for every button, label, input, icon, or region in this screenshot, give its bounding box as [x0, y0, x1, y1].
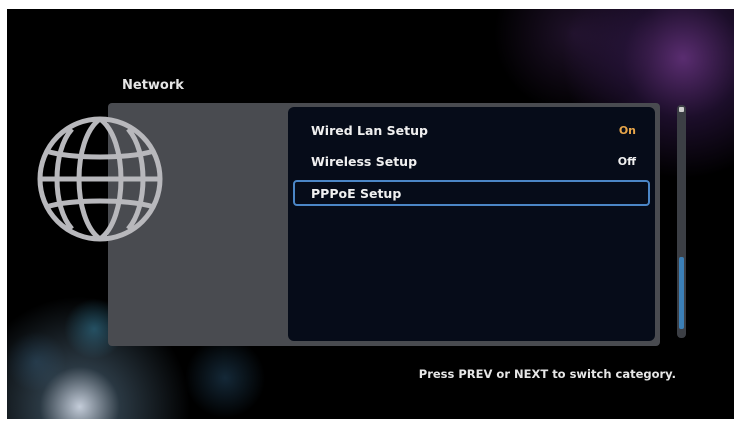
tv-screen: Network Wired Lan Setup On Wireless Setu… — [7, 9, 734, 419]
settings-menu: Wired Lan Setup On Wireless Setup Off PP… — [288, 107, 655, 341]
scroll-up-indicator — [679, 107, 684, 112]
scrollbar-thumb[interactable] — [679, 257, 684, 329]
menu-item-pppoe[interactable]: PPPoE Setup — [293, 180, 650, 206]
menu-item-value: On — [618, 123, 636, 137]
menu-item-wired-lan[interactable]: Wired Lan Setup On — [293, 117, 650, 143]
globe-icon — [32, 111, 168, 247]
navigation-hint: Press PREV or NEXT to switch category. — [418, 367, 676, 381]
menu-item-label: Wireless Setup — [311, 153, 418, 169]
menu-item-wireless[interactable]: Wireless Setup Off — [293, 148, 650, 174]
scrollbar[interactable] — [677, 105, 686, 338]
page-title: Network — [122, 78, 184, 93]
menu-item-label: PPPoE Setup — [311, 185, 402, 201]
menu-item-label: Wired Lan Setup — [311, 122, 428, 138]
menu-item-value: Off — [617, 154, 636, 168]
settings-panel: Wired Lan Setup On Wireless Setup Off PP… — [108, 103, 660, 346]
